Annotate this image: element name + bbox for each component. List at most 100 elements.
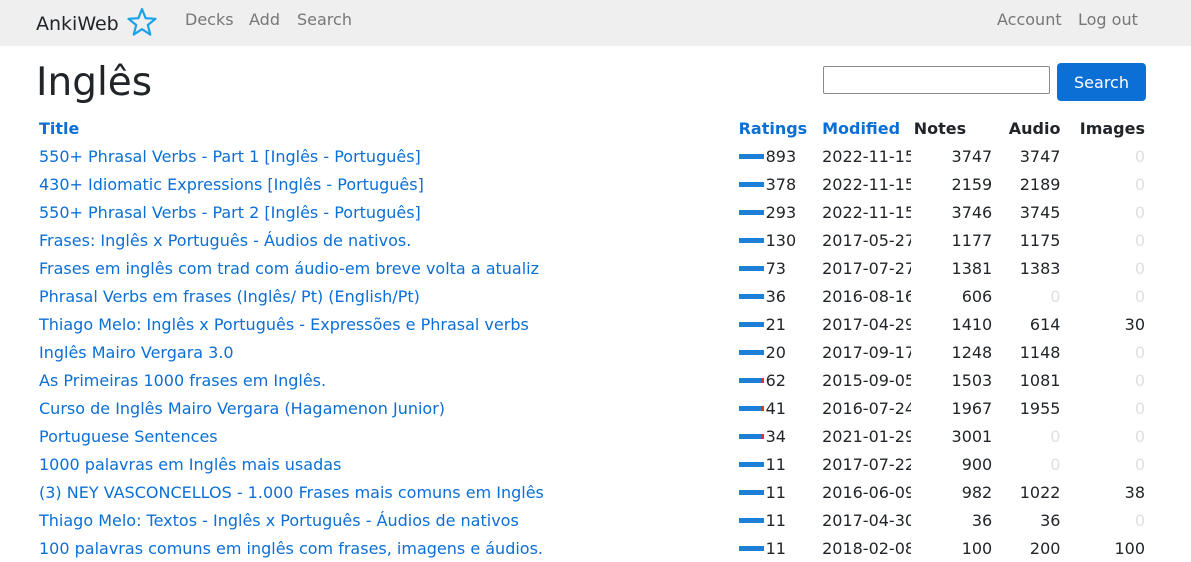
audio-cell: 0	[1050, 286, 1061, 306]
search-input[interactable]	[823, 66, 1050, 94]
deck-title-link[interactable]: Curso de Inglês Mairo Vergara (Hagamenon…	[39, 399, 445, 418]
deck-title-link[interactable]: (3) NEY VASCONCELLOS - 1.000 Frases mais…	[39, 483, 544, 502]
table-header-row: Title Ratings Modified Notes Audio Image…	[36, 114, 1148, 142]
rating-bar-negative	[760, 377, 764, 383]
table-row: Portuguese Sentences 34 2021-01-29 3001 0 0	[36, 422, 1148, 450]
deck-title-link[interactable]: 550+ Phrasal Verbs - Part 1 [Inglês - Po…	[39, 147, 421, 166]
deck-title-link[interactable]: 430+ Idiomatic Expressions [Inglês - Por…	[39, 175, 424, 194]
notes-cell: 1410	[951, 314, 993, 334]
deck-title-link[interactable]: 550+ Phrasal Verbs - Part 2 [Inglês - Po…	[39, 203, 421, 222]
rating-bar	[738, 293, 764, 299]
rating-count: 11	[765, 454, 786, 474]
modified-cell: 2016-08-16	[822, 286, 911, 306]
nav-search[interactable]: Search	[297, 10, 352, 29]
table-row: Thiago Melo: Textos - Inglês x Português…	[36, 506, 1148, 534]
rating-count: 41	[765, 398, 786, 418]
rating-count: 73	[765, 258, 786, 278]
ratings-cell: 11	[736, 534, 820, 562]
header-title[interactable]: Title	[36, 114, 736, 142]
nav-account[interactable]: Account	[997, 10, 1062, 29]
nav-decks[interactable]: Decks	[185, 10, 234, 29]
deck-title-link[interactable]: Thiago Melo: Textos - Inglês x Português…	[39, 511, 519, 530]
ratings-cell: 21	[736, 310, 820, 338]
audio-cell: 1022	[1019, 482, 1061, 502]
notes-cell: 606	[961, 286, 993, 306]
deck-title-link[interactable]: Frases: Inglês x Português - Áudios de n…	[39, 231, 411, 250]
notes-cell: 36	[971, 510, 993, 530]
audio-cell: 36	[1040, 510, 1061, 530]
brand-link[interactable]: AnkiWeb	[36, 7, 159, 40]
deck-title-cell: 550+ Phrasal Verbs - Part 1 [Inglês - Po…	[36, 142, 736, 170]
images-cell: 0	[1134, 230, 1145, 250]
notes-cell: 3001	[951, 426, 993, 446]
audio-cell: 0	[1050, 454, 1061, 474]
audio-cell: 1148	[1019, 342, 1061, 362]
audio-cell: 3747	[1019, 146, 1061, 166]
ratings-cell: 11	[736, 478, 820, 506]
header-ratings[interactable]: Ratings	[736, 114, 820, 142]
table-row: 550+ Phrasal Verbs - Part 1 [Inglês - Po…	[36, 142, 1148, 170]
modified-cell: 2017-07-27	[822, 258, 911, 278]
notes-cell: 1503	[951, 370, 993, 390]
table-row: Inglês Mairo Vergara 3.0 20 2017-09-17 1248…	[36, 338, 1148, 366]
modified-cell: 2021-01-29	[822, 426, 911, 446]
modified-cell: 2016-07-24	[822, 398, 911, 418]
rating-bar	[738, 265, 764, 271]
deck-title-link[interactable]: Portuguese Sentences	[39, 427, 218, 446]
nav-logout[interactable]: Log out	[1078, 10, 1138, 29]
images-cell: 0	[1134, 146, 1145, 166]
header-notes: Notes	[913, 118, 967, 138]
search-button[interactable]: Search	[1057, 63, 1146, 101]
modified-cell: 2017-07-22	[822, 454, 911, 474]
rating-bar	[738, 209, 764, 215]
rating-count: 11	[765, 482, 786, 502]
sort-modified-link[interactable]: Modified	[822, 119, 900, 138]
modified-cell: 2016-06-09	[822, 482, 911, 502]
images-cell: 0	[1134, 202, 1145, 222]
deck-title-link[interactable]: Phrasal Verbs em frases (Inglês/ Pt) (En…	[39, 287, 420, 306]
images-cell: 0	[1134, 370, 1145, 390]
modified-cell: 2022-11-15	[822, 174, 911, 194]
ratings-cell: 34	[736, 422, 820, 450]
audio-cell: 1383	[1019, 258, 1061, 278]
audio-cell: 1081	[1019, 370, 1061, 390]
deck-title-link[interactable]: 100 palavras comuns em inglês com frases…	[39, 539, 543, 558]
rating-bar	[738, 461, 764, 467]
rating-bar-negative	[760, 433, 764, 439]
notes-cell: 3747	[951, 146, 993, 166]
deck-title-link[interactable]: As Primeiras 1000 frases em Inglês.	[39, 371, 326, 390]
rating-count: 36	[765, 286, 786, 306]
rating-bar	[738, 545, 764, 551]
rating-count: 20	[765, 342, 786, 362]
notes-cell: 900	[961, 454, 993, 474]
audio-cell: 3745	[1019, 202, 1061, 222]
deck-title-link[interactable]: 1000 palavras em Inglês mais usadas	[39, 455, 341, 474]
table-body: 550+ Phrasal Verbs - Part 1 [Inglês - Po…	[36, 142, 1148, 562]
deck-title-link[interactable]: Thiago Melo: Inglês x Português - Expres…	[39, 315, 529, 334]
header-modified[interactable]: Modified	[819, 114, 911, 142]
images-cell: 30	[1124, 314, 1145, 334]
audio-cell: 0	[1050, 426, 1061, 446]
rating-count: 62	[765, 370, 786, 390]
deck-title-cell: As Primeiras 1000 frases em Inglês.	[36, 366, 736, 394]
audio-cell: 1175	[1019, 230, 1061, 250]
ratings-cell: 11	[736, 450, 820, 478]
ratings-cell: 293	[736, 198, 820, 226]
rating-bar	[738, 237, 764, 243]
ratings-cell: 378	[736, 170, 820, 198]
deck-title-cell: Phrasal Verbs em frases (Inglês/ Pt) (En…	[36, 282, 736, 310]
sort-title-link[interactable]: Title	[39, 119, 79, 138]
images-cell: 38	[1124, 482, 1145, 502]
table-row: 100 palavras comuns em inglês com frases…	[36, 534, 1148, 562]
images-cell: 0	[1134, 342, 1145, 362]
deck-title-link[interactable]: Inglês Mairo Vergara 3.0	[39, 343, 234, 362]
deck-title-cell: 100 palavras comuns em inglês com frases…	[36, 534, 736, 562]
deck-title-link[interactable]: Frases em inglês com trad com áudio-em b…	[39, 259, 539, 278]
nav-add[interactable]: Add	[249, 10, 280, 29]
table-row: Curso de Inglês Mairo Vergara (Hagamenon…	[36, 394, 1148, 422]
audio-cell: 2189	[1019, 174, 1061, 194]
modified-cell: 2015-09-05	[822, 370, 911, 390]
sort-ratings-link[interactable]: Ratings	[739, 119, 808, 138]
rating-count: 21	[765, 314, 786, 334]
rating-bar	[738, 489, 764, 495]
